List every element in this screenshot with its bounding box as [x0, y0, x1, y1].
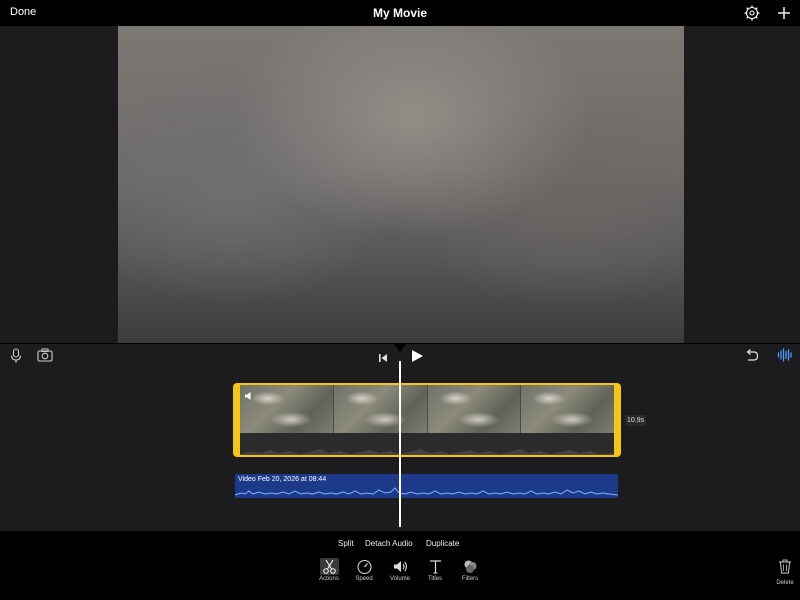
- clip-thumbnail: [521, 385, 614, 433]
- clip-thumbnail: [240, 385, 334, 433]
- playhead[interactable]: [399, 361, 401, 527]
- gear-icon[interactable]: [744, 5, 760, 21]
- clip-thumbnails: [240, 385, 614, 433]
- scissors-icon: [319, 558, 339, 575]
- clip-thumbnail: [427, 385, 522, 433]
- microphone-icon[interactable]: [10, 348, 22, 369]
- video-viewer: [0, 26, 800, 343]
- clip-duration-label: 10.9s: [625, 415, 647, 426]
- clip-thumbnail: [333, 385, 428, 433]
- video-preview[interactable]: [118, 26, 684, 343]
- trash-icon: [779, 559, 791, 574]
- undo-icon[interactable]: [744, 348, 759, 367]
- filters-icon: [461, 558, 480, 575]
- plus-icon[interactable]: [776, 5, 792, 21]
- delete-label: Delete: [776, 580, 794, 586]
- top-bar: Done My Movie: [0, 0, 800, 26]
- audio-waveform: [235, 487, 618, 496]
- done-button[interactable]: Done: [10, 6, 36, 18]
- skip-to-start-icon[interactable]: [378, 350, 388, 368]
- tool-filters[interactable]: Filters: [452, 558, 488, 582]
- play-icon[interactable]: [411, 349, 424, 368]
- bottom-toolbar: Split Detach Audio Duplicate Actions Spe…: [0, 531, 800, 600]
- clip-content: [240, 385, 614, 455]
- duplicate-button[interactable]: Duplicate: [426, 539, 459, 548]
- waveform-icon[interactable]: [777, 348, 792, 367]
- tool-label: Volume: [389, 576, 410, 582]
- delete-button[interactable]: Delete: [772, 559, 798, 586]
- tool-speed[interactable]: Speed: [346, 558, 382, 582]
- text-icon: [426, 558, 445, 575]
- tool-actions[interactable]: Actions: [311, 558, 347, 582]
- camera-icon[interactable]: [37, 348, 53, 367]
- tool-label: Filters: [461, 576, 479, 582]
- video-clip[interactable]: [233, 383, 621, 457]
- timeline[interactable]: 10.9s Video Feb 20, 2026 at 08:44: [0, 343, 800, 531]
- split-button[interactable]: Split: [338, 539, 354, 548]
- tool-volume[interactable]: Volume: [382, 558, 418, 582]
- detach-audio-button[interactable]: Detach Audio: [365, 539, 413, 548]
- speedometer-icon: [355, 558, 374, 575]
- clip-audio-waveform: [240, 433, 614, 455]
- tool-titles[interactable]: Titles: [417, 558, 453, 582]
- detached-audio-clip[interactable]: Video Feb 20, 2026 at 08:44: [235, 474, 618, 498]
- tool-label: Actions: [319, 576, 339, 582]
- speaker-icon: [391, 558, 410, 575]
- tool-label: Titles: [427, 576, 443, 582]
- speaker-muted-icon[interactable]: [244, 388, 254, 400]
- playhead-marker: [393, 343, 407, 352]
- project-title: My Movie: [372, 6, 427, 20]
- tool-label: Speed: [355, 576, 373, 582]
